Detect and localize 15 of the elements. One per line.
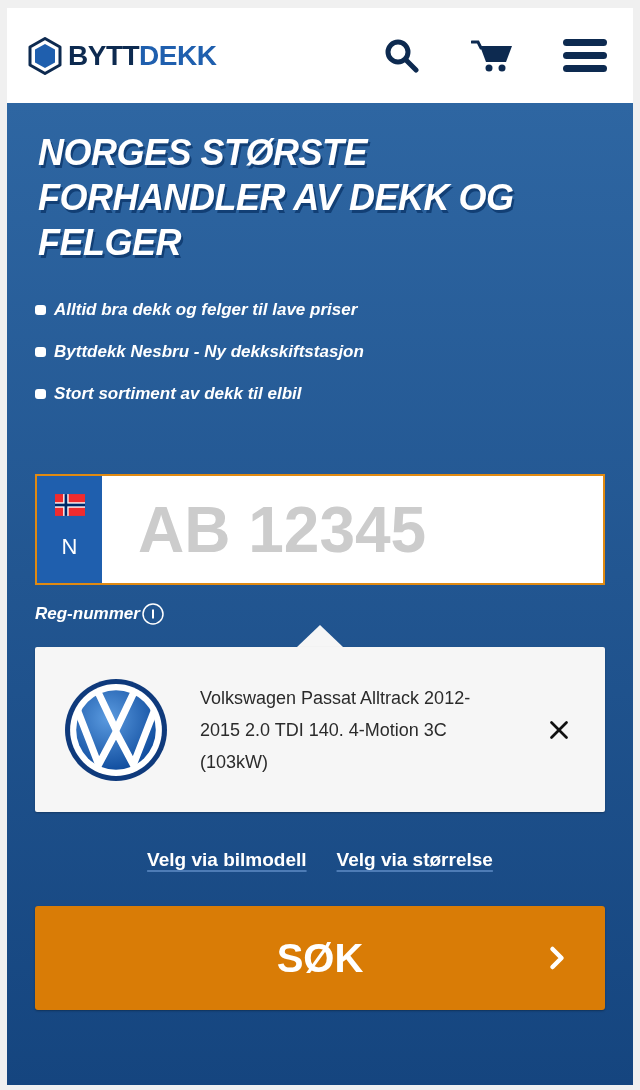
hero-title: NORGES STØRSTE FORHANDLER AV DEKK OG FELGER: [38, 131, 515, 265]
logo-link[interactable]: BYTTDEKK: [28, 36, 217, 75]
search-mode-link[interactable]: Velg via størrelse: [336, 848, 493, 872]
search-icon: [385, 38, 419, 73]
field-label: Reg-nummer: [35, 603, 140, 626]
bullet-text: Stort sortiment av dekk til elbil: [54, 383, 302, 406]
bullet-text: Byttdekk Nesbru - Ny dekkskiftstasjon: [54, 341, 364, 364]
car-logo-icon: [65, 678, 167, 781]
menu-icon: [563, 39, 607, 72]
vehicle-name: Volkswagen Passat Alltrack 2012-2015 2.0 TDI 140. 4-Motion 3C (103kW): [200, 686, 472, 774]
hexagon-logo-icon: [28, 36, 62, 75]
info-icon[interactable]: [141, 603, 164, 625]
bullet-text: Alltid bra dekk og felger til lave priser: [54, 299, 358, 322]
search-mode-link[interactable]: Velg via bilmodell: [147, 848, 307, 872]
shopping-cart-icon: [471, 39, 513, 72]
